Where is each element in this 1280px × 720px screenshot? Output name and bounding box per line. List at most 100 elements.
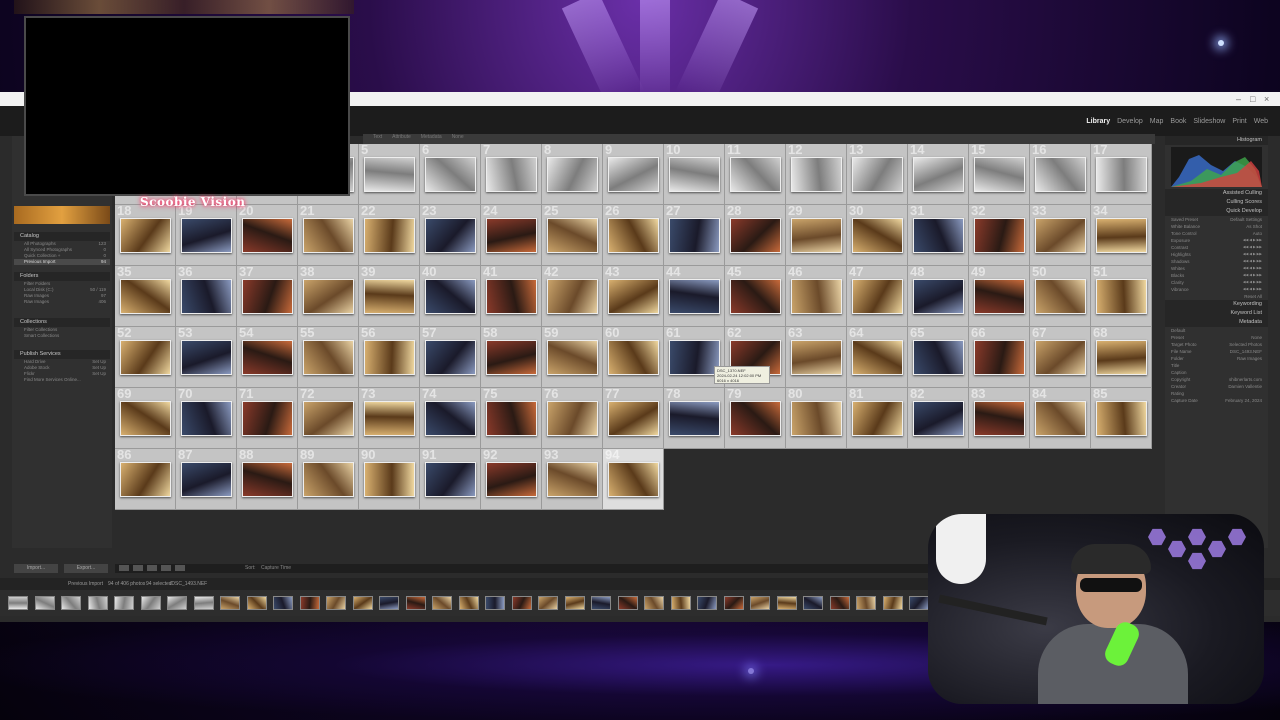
photo-thumbnail[interactable]: [242, 218, 293, 253]
photo-cell[interactable]: 49: [969, 266, 1030, 327]
photo-cell[interactable]: 37: [237, 266, 298, 327]
photo-cell[interactable]: 90: [359, 449, 420, 510]
photo-thumbnail[interactable]: [730, 157, 781, 192]
metadata-row[interactable]: Target Photo Selected Photos: [1165, 341, 1268, 348]
photo-thumbnail[interactable]: [608, 401, 659, 436]
catalog-header[interactable]: Catalog: [14, 232, 110, 241]
metadata-header[interactable]: Metadata: [1165, 318, 1268, 327]
photo-thumbnail[interactable]: [303, 218, 354, 253]
tone-row-buttons[interactable]: ◀◀ ◀ ▶ ▶▶: [1243, 279, 1262, 286]
photo-thumbnail[interactable]: [852, 340, 903, 375]
photo-cell[interactable]: 44: [664, 266, 725, 327]
filmstrip-thumbnail[interactable]: [34, 596, 55, 610]
photo-thumbnail[interactable]: [669, 157, 720, 192]
photo-cell[interactable]: 74: [420, 388, 481, 449]
catalog-item[interactable]: Previous Import 94: [14, 259, 110, 265]
photo-cell[interactable]: 31: [908, 205, 969, 266]
photo-cell[interactable]: 39: [359, 266, 420, 327]
photo-cell[interactable]: 81: [847, 388, 908, 449]
filmstrip-thumbnail[interactable]: [697, 596, 717, 610]
photo-thumbnail[interactable]: [913, 279, 964, 314]
photo-thumbnail[interactable]: [242, 462, 293, 497]
metadata-row[interactable]: Rating: [1165, 390, 1268, 397]
loupe-view-icon[interactable]: [133, 565, 143, 571]
photo-cell[interactable]: 7: [481, 144, 542, 205]
tone-row-buttons[interactable]: ◀◀ ◀ ▶ ▶▶: [1243, 244, 1262, 251]
photo-thumbnail[interactable]: [913, 218, 964, 253]
photo-cell[interactable]: 5: [359, 144, 420, 205]
photo-cell[interactable]: 13: [847, 144, 908, 205]
sort-select[interactable]: Capture Time: [261, 565, 291, 571]
photo-cell[interactable]: 41: [481, 266, 542, 327]
photo-thumbnail[interactable]: [547, 340, 598, 375]
photo-cell[interactable]: 34: [1091, 205, 1152, 266]
photo-thumbnail[interactable]: [791, 340, 842, 375]
grid-view-icon[interactable]: [119, 565, 129, 571]
photo-cell[interactable]: 60: [603, 327, 664, 388]
filmstrip-thumbnail[interactable]: [352, 596, 373, 610]
filmstrip-source[interactable]: Previous Import: [68, 581, 103, 587]
module-map[interactable]: Map: [1150, 118, 1164, 125]
filmstrip-thumbnail[interactable]: [61, 596, 81, 610]
tone-row-buttons[interactable]: ◀◀ ◀ ▶ ▶▶: [1243, 265, 1262, 272]
photo-cell[interactable]: 12: [786, 144, 847, 205]
photo-cell[interactable]: 51: [1091, 266, 1152, 327]
filmstrip-thumbnail[interactable]: [379, 596, 399, 610]
photo-cell[interactable]: 45: [725, 266, 786, 327]
quick-develop-header[interactable]: Quick Develop: [1165, 207, 1268, 216]
photo-cell[interactable]: 73: [359, 388, 420, 449]
photo-thumbnail[interactable]: [974, 279, 1025, 314]
tone-row-buttons[interactable]: ◀◀ ◀ ▶ ▶▶: [1243, 272, 1262, 279]
filmstrip-thumbnail[interactable]: [723, 596, 744, 610]
filmstrip-thumbnail[interactable]: [511, 596, 532, 610]
photo-cell[interactable]: 89: [298, 449, 359, 510]
filmstrip-thumbnail[interactable]: [326, 596, 346, 610]
photo-cell[interactable]: 52: [115, 327, 176, 388]
metadata-row[interactable]: Preset None: [1165, 334, 1268, 341]
filmstrip-thumbnail[interactable]: [776, 596, 797, 610]
photo-cell[interactable]: 24: [481, 205, 542, 266]
tone-row-whites[interactable]: Whites ◀◀ ◀ ▶ ▶▶: [1165, 265, 1268, 272]
photo-thumbnail[interactable]: [486, 340, 537, 375]
photo-cell[interactable]: 66: [969, 327, 1030, 388]
photo-cell[interactable]: 91: [420, 449, 481, 510]
photo-cell[interactable]: 32: [969, 205, 1030, 266]
photo-cell[interactable]: 78: [664, 388, 725, 449]
tone-row-buttons[interactable]: ◀◀ ◀ ▶ ▶▶: [1243, 237, 1262, 244]
photo-cell[interactable]: 47: [847, 266, 908, 327]
photo-cell[interactable]: 19: [176, 205, 237, 266]
photo-cell[interactable]: 85: [1091, 388, 1152, 449]
photo-cell[interactable]: 20: [237, 205, 298, 266]
photo-cell[interactable]: 72: [298, 388, 359, 449]
collections-item[interactable]: Smart Collections: [14, 333, 110, 339]
photo-cell[interactable]: 35: [115, 266, 176, 327]
photo-cell[interactable]: 6: [420, 144, 481, 205]
photo-thumbnail[interactable]: [913, 157, 964, 192]
module-web[interactable]: Web: [1254, 118, 1268, 125]
photo-cell[interactable]: 22: [359, 205, 420, 266]
tone-row-vibrance[interactable]: Vibrance ◀◀ ◀ ▶ ▶▶: [1165, 286, 1268, 293]
assisted-culling-header[interactable]: Assisted Culling: [1165, 189, 1268, 198]
close-icon[interactable]: ×: [1264, 94, 1269, 104]
filmstrip-thumbnail[interactable]: [432, 596, 452, 610]
photo-cell[interactable]: 36: [176, 266, 237, 327]
filmstrip-thumbnail[interactable]: [882, 596, 903, 610]
photo-cell[interactable]: 43: [603, 266, 664, 327]
photo-thumbnail[interactable]: [730, 218, 781, 253]
photo-cell[interactable]: 94: [603, 449, 664, 510]
photo-thumbnail[interactable]: [791, 157, 842, 192]
photo-thumbnail[interactable]: [1096, 340, 1147, 375]
filmstrip-thumbnail[interactable]: [591, 596, 611, 610]
metadata-value[interactable]: DSC_1493.NEF: [1230, 348, 1262, 355]
photo-thumbnail[interactable]: [974, 340, 1025, 375]
photo-thumbnail[interactable]: [730, 401, 781, 436]
photo-cell[interactable]: 18: [115, 205, 176, 266]
photo-thumbnail[interactable]: [1096, 157, 1147, 192]
filmstrip-thumbnail[interactable]: [458, 596, 479, 610]
metadata-row[interactable]: Capture Date February 24, 2024: [1165, 397, 1268, 404]
photo-thumbnail[interactable]: [364, 157, 415, 192]
photo-thumbnail[interactable]: [1096, 218, 1147, 253]
photo-cell[interactable]: 64: [847, 327, 908, 388]
tone-row-blacks[interactable]: Blacks ◀◀ ◀ ▶ ▶▶: [1165, 272, 1268, 279]
compare-view-icon[interactable]: [147, 565, 157, 571]
